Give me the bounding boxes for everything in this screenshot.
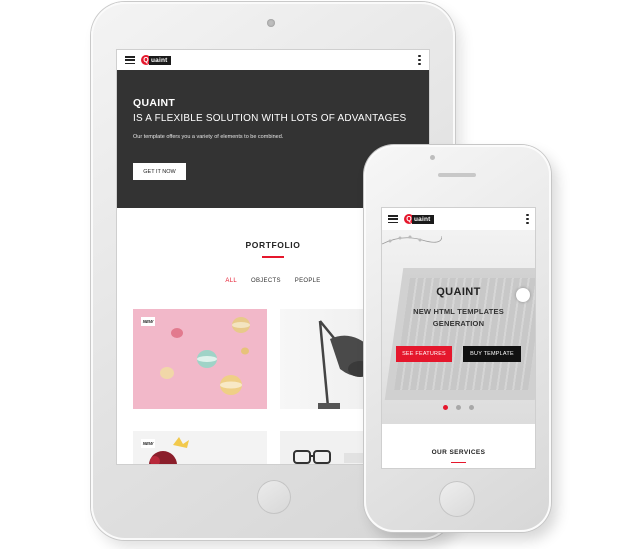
portfolio-title-underline [262, 256, 284, 258]
see-features-button[interactable]: SEE FEATURES [396, 346, 452, 362]
phone-device: Q uaint QUAINT NEW HTML TEMPLATES GENERA… [364, 145, 551, 532]
services-title: OUR SERVICES [431, 449, 486, 456]
slider-dot-1[interactable] [443, 405, 448, 410]
kebab-menu-icon[interactable] [526, 213, 529, 225]
hero-subtitle: IS A FLEXIBLE SOLUTION WITH LOTS OF ADVA… [133, 113, 407, 124]
get-it-now-button[interactable]: GET IT NOW [133, 163, 186, 180]
kebab-menu-icon[interactable] [418, 54, 421, 66]
phone-hero-title: QUAINT [436, 286, 481, 298]
phone-hero-subtitle: NEW HTML TEMPLATES GENERATION [413, 307, 504, 328]
logo-text: uaint [149, 55, 171, 65]
new-badge: NEW [141, 439, 155, 448]
filter-objects[interactable]: OBJECTS [251, 278, 281, 284]
phone-home-button[interactable] [439, 481, 475, 517]
hero-title: QUAINT [133, 97, 176, 109]
portfolio-item-food[interactable]: NEW [133, 431, 267, 464]
portfolio-item-macarons[interactable]: NEW [133, 309, 267, 409]
filter-all[interactable]: ALL [225, 278, 237, 284]
slider-dot-2[interactable] [456, 405, 461, 410]
phone-hero-slider: QUAINT NEW HTML TEMPLATES GENERATION SEE… [382, 230, 535, 424]
phone-camera [430, 155, 435, 160]
new-badge: NEW [141, 317, 155, 326]
tablet-camera [267, 19, 275, 27]
slider-dots [382, 405, 535, 410]
filter-people[interactable]: PEOPLE [295, 278, 321, 284]
buy-template-button[interactable]: BUY TEMPLATE [463, 346, 521, 362]
tablet-home-button[interactable] [257, 480, 291, 514]
services-title-underline [451, 462, 466, 464]
hero-description: Our template offers you a variety of ele… [133, 134, 284, 140]
slider-dot-3[interactable] [469, 405, 474, 410]
tablet-logo[interactable]: Q uaint [141, 55, 171, 65]
phone-logo[interactable]: Q uaint [404, 214, 434, 224]
phone-speaker [438, 173, 476, 177]
tablet-navbar: Q uaint [117, 50, 429, 70]
logo-text: uaint [412, 214, 434, 224]
phone-screen: Q uaint QUAINT NEW HTML TEMPLATES GENERA… [382, 208, 535, 468]
hamburger-menu-icon[interactable] [125, 56, 135, 64]
hamburger-menu-icon[interactable] [388, 215, 398, 223]
string-lights-image [382, 235, 442, 245]
phone-navbar: Q uaint [382, 208, 535, 230]
